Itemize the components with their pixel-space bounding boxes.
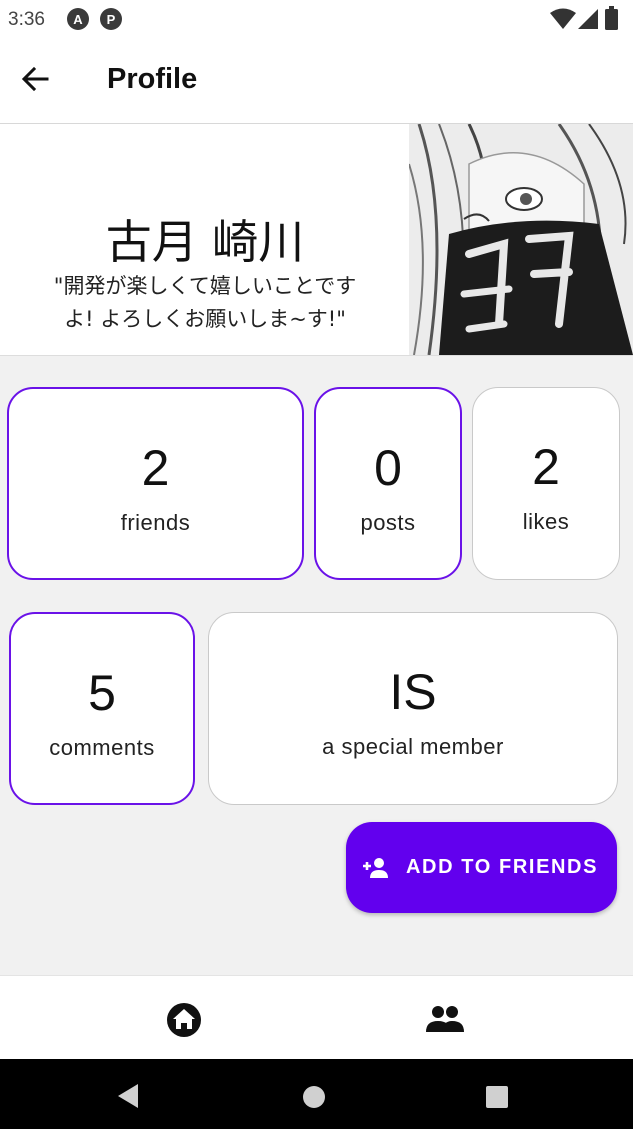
user-bio-line-2: よ! よろしくお願いしま~す!" — [64, 307, 346, 331]
arrow-back-icon[interactable] — [20, 64, 50, 94]
bottom-navigation — [0, 975, 633, 1059]
avatar — [409, 124, 633, 355]
status-bar — [0, 0, 633, 40]
stat-label: a special member — [322, 734, 504, 759]
app-notification-icon-2: P — [100, 8, 122, 30]
stat-value: 2 — [141, 440, 170, 496]
stat-label: comments — [49, 735, 155, 760]
stat-value: 5 — [88, 665, 116, 721]
stat-label: posts — [360, 510, 416, 535]
stat-card-comments[interactable]: 5 comments — [9, 612, 195, 805]
home-circle-icon[interactable] — [302, 1085, 326, 1109]
status-time: 3:36 — [8, 9, 45, 30]
page-title: Profile — [107, 63, 198, 95]
user-name: 古月 崎川 — [105, 215, 305, 269]
stat-value: IS — [389, 664, 437, 720]
add-to-friends-label: ADD TO FRIENDS — [406, 856, 599, 878]
app-bar — [0, 40, 633, 124]
recents-square-icon[interactable] — [485, 1085, 509, 1109]
stat-value: 2 — [532, 439, 560, 495]
stat-value: 0 — [374, 440, 402, 496]
back-triangle-icon[interactable] — [116, 1083, 140, 1109]
stat-card-friends[interactable]: 2 friends — [7, 387, 304, 580]
people-icon[interactable] — [426, 1004, 464, 1034]
stat-label: likes — [522, 509, 570, 534]
user-bio: "開発が楽しくて嬉しいことです よ! よろしくお願いしま~す!" — [10, 270, 400, 336]
avatar-illustration — [409, 124, 633, 355]
signal-icon — [578, 9, 598, 29]
stat-card-likes[interactable]: 2 likes — [472, 387, 620, 580]
home-icon[interactable] — [166, 1002, 202, 1038]
battery-icon — [605, 6, 618, 30]
add-to-friends-button[interactable]: ADD TO FRIENDS — [346, 822, 617, 913]
wifi-icon — [550, 8, 576, 29]
app-notification-icon: A — [67, 8, 89, 30]
user-bio-line-1: "開発が楽しくて嬉しいことです — [53, 274, 357, 298]
person-add-icon — [363, 857, 388, 878]
stat-card-posts[interactable]: 0 posts — [314, 387, 462, 580]
stat-card-member-status[interactable]: IS a special member — [208, 612, 618, 805]
stat-label: friends — [120, 510, 191, 535]
